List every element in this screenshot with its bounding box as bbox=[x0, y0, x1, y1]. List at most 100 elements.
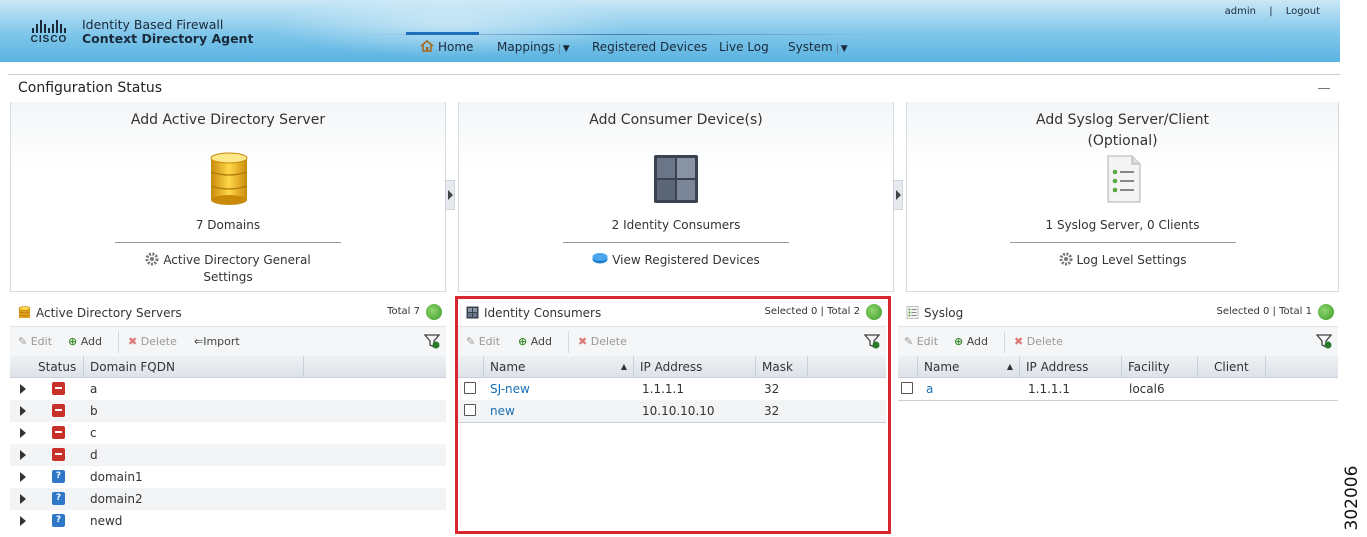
add-icon: ⊕ bbox=[518, 335, 528, 348]
ad-add-label: Add bbox=[80, 335, 103, 348]
table-row[interactable]: b bbox=[10, 400, 446, 422]
ad-import-button[interactable]: ⇐Import bbox=[194, 335, 240, 348]
ad-panel-title: Active Directory Servers bbox=[36, 306, 182, 320]
logout-link[interactable]: Logout bbox=[1286, 6, 1320, 17]
status-unknown-icon: ? bbox=[52, 514, 65, 527]
syslog-edit-button[interactable]: ✎ Edit bbox=[904, 335, 938, 348]
nav-registered-devices[interactable]: Registered Devices bbox=[592, 40, 707, 54]
syslog-add-button[interactable]: ⊕ Add bbox=[954, 335, 988, 348]
syslog-col-client[interactable]: Client bbox=[1198, 356, 1266, 378]
ic-col-ip[interactable]: IP Address bbox=[634, 356, 756, 378]
nav-mappings[interactable]: Mappings ▼ bbox=[497, 40, 570, 54]
table-row[interactable]: a 1.1.1.1 local6 bbox=[898, 378, 1338, 400]
expand-arrow-icon[interactable] bbox=[20, 516, 26, 526]
table-row[interactable]: d bbox=[10, 444, 446, 466]
minimize-icon[interactable] bbox=[1318, 88, 1330, 89]
chevron-down-icon[interactable]: ▼ bbox=[558, 44, 570, 54]
ad-edit-label: Edit bbox=[30, 335, 53, 348]
ic-toolbar: ✎ Edit ⊕ Add ✖ Delete bbox=[458, 326, 886, 356]
card-consumer-title[interactable]: Add Consumer Device(s) bbox=[459, 110, 893, 131]
table-row[interactable]: SJ-new 1.1.1.1 32 bbox=[458, 378, 886, 400]
filter-icon[interactable] bbox=[424, 333, 440, 349]
ad-col-status[interactable]: Status bbox=[32, 356, 84, 378]
log-level-settings-link[interactable]: Log Level Settings bbox=[907, 252, 1338, 269]
filter-icon[interactable] bbox=[1316, 333, 1332, 349]
syslog-name-link[interactable]: a bbox=[920, 378, 933, 400]
toolbar-separator bbox=[118, 331, 119, 353]
refresh-icon[interactable] bbox=[1318, 304, 1334, 320]
ic-col-name[interactable]: Name ▲ bbox=[484, 356, 634, 378]
status-error-icon bbox=[52, 426, 65, 439]
expand-arrow-icon[interactable] bbox=[20, 384, 26, 394]
ic-table-bottom-rule bbox=[458, 422, 886, 423]
ad-general-settings-link[interactable]: Active Directory General Settings bbox=[11, 252, 445, 286]
delete-icon: ✖ bbox=[1014, 335, 1024, 348]
view-registered-devices-link[interactable]: View Registered Devices bbox=[459, 252, 893, 269]
table-row[interactable]: c bbox=[10, 422, 446, 444]
log-level-settings-label: Log Level Settings bbox=[1076, 253, 1187, 267]
status-error-icon bbox=[52, 404, 65, 417]
row-checkbox[interactable] bbox=[464, 382, 476, 394]
ad-fqdn-cell: newd bbox=[90, 514, 123, 528]
router-icon bbox=[592, 253, 608, 264]
expand-arrow-icon[interactable] bbox=[20, 428, 26, 438]
row-checkbox[interactable] bbox=[464, 404, 476, 416]
card-syslog-separator bbox=[1009, 242, 1236, 243]
ad-edit-button[interactable]: ✎ Edit bbox=[18, 335, 52, 348]
card-syslog-title[interactable]: Add Syslog Server/Client (Optional) bbox=[907, 110, 1338, 152]
row-checkbox[interactable] bbox=[901, 382, 913, 394]
sort-ascending-icon: ▲ bbox=[620, 362, 627, 371]
expand-arrow-icon[interactable] bbox=[20, 406, 26, 416]
nav-system[interactable]: System ▼ bbox=[788, 40, 848, 54]
refresh-icon[interactable] bbox=[426, 304, 442, 320]
import-icon: ⇐ bbox=[194, 335, 204, 348]
toolbar-separator bbox=[568, 331, 569, 353]
ic-col-mask[interactable]: Mask bbox=[756, 356, 808, 378]
home-icon bbox=[420, 40, 434, 52]
card-ad-title[interactable]: Add Active Directory Server bbox=[11, 110, 445, 131]
ic-add-button[interactable]: ⊕ Add bbox=[518, 335, 552, 348]
expand-arrow-icon[interactable] bbox=[20, 494, 26, 504]
syslog-delete-button[interactable]: ✖ Delete bbox=[1014, 335, 1063, 348]
syslog-col-ip[interactable]: IP Address bbox=[1020, 356, 1122, 378]
syslog-col-facility[interactable]: Facility bbox=[1122, 356, 1198, 378]
ic-name-link[interactable]: SJ-new bbox=[484, 378, 530, 400]
syslog-col-name[interactable]: Name ▲ bbox=[918, 356, 1020, 378]
nav-home[interactable]: Home bbox=[405, 32, 480, 54]
ad-delete-button[interactable]: ✖ Delete bbox=[128, 335, 177, 348]
refresh-icon[interactable] bbox=[866, 304, 882, 320]
filter-icon[interactable] bbox=[864, 333, 880, 349]
ic-edit-button[interactable]: ✎ Edit bbox=[466, 335, 500, 348]
user-links-separator: | bbox=[1269, 6, 1273, 17]
ad-panel-total: Total 7 bbox=[387, 306, 420, 317]
config-status-title: Configuration Status bbox=[18, 80, 163, 96]
identity-consumers-panel: Identity Consumers Selected 0 | Total 2 … bbox=[458, 300, 886, 530]
ad-add-button[interactable]: ⊕ Add bbox=[68, 335, 102, 348]
table-row[interactable]: ? domain1 bbox=[10, 466, 446, 488]
ic-delete-button[interactable]: ✖ Delete bbox=[578, 335, 627, 348]
chevron-down-icon[interactable]: ▼ bbox=[836, 44, 848, 54]
cisco-wordmark: CISCO bbox=[30, 34, 68, 45]
syslog-panel: Syslog Selected 0 | Total 1 ✎ Edit ⊕ Add… bbox=[898, 300, 1338, 401]
username: admin bbox=[1224, 6, 1256, 17]
expand-arrow-icon[interactable] bbox=[20, 450, 26, 460]
gear-icon bbox=[145, 252, 159, 266]
expand-arrow-icon[interactable] bbox=[20, 472, 26, 482]
table-row[interactable]: ? domain2 bbox=[10, 488, 446, 510]
nav-live-log[interactable]: Live Log bbox=[719, 40, 769, 54]
table-row[interactable]: a bbox=[10, 378, 446, 400]
ad-col-domain-fqdn[interactable]: Domain FQDN bbox=[84, 356, 304, 378]
table-row[interactable]: ? newd bbox=[10, 510, 446, 532]
table-row[interactable]: new 10.10.10.10 32 bbox=[458, 400, 886, 422]
ad-fqdn-cell: b bbox=[90, 404, 98, 418]
ic-name-link[interactable]: new bbox=[484, 400, 515, 422]
syslog-panel-title: Syslog bbox=[924, 306, 964, 320]
ic-edit-label: Edit bbox=[478, 335, 501, 348]
card-consumer-separator bbox=[563, 242, 789, 243]
ic-panel-totals: Selected 0 | Total 2 bbox=[764, 306, 860, 317]
status-error-icon bbox=[52, 448, 65, 461]
card-syslog-count: 1 Syslog Server, 0 Clients bbox=[1045, 218, 1200, 232]
syslog-col-name-label: Name bbox=[924, 360, 960, 374]
card-active-directory: Add Active Directory Server 7 Domains Ac… bbox=[10, 102, 446, 292]
cisco-logo-bars bbox=[26, 19, 72, 33]
